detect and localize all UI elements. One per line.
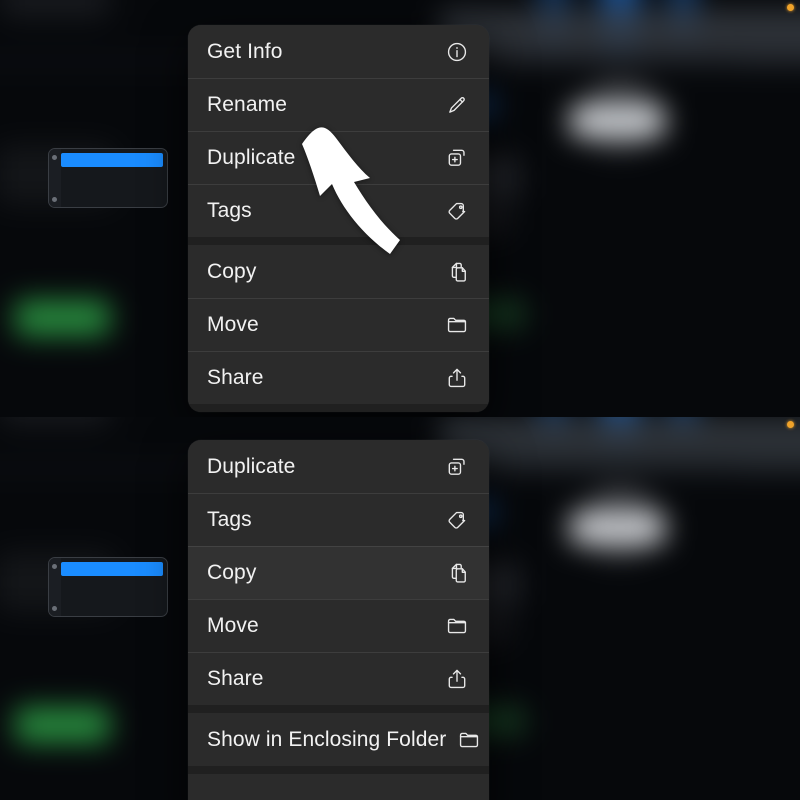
menu-item-label: Show in Enclosing Folder (207, 727, 447, 751)
bg-green-chip (15, 707, 110, 743)
menu-item-copy[interactable]: Copy (188, 245, 489, 298)
screenshot-canvas: Get Info Rename Duplicate Tags Copy Move… (0, 0, 800, 800)
file-context-menu-scrolled[interactable]: Duplicate Tags Copy Move Share Show in E… (188, 440, 489, 800)
menu-item-label: Rename (207, 92, 287, 116)
bg-green-chip (15, 300, 110, 336)
duplicate-icon (445, 455, 469, 479)
menu-item-label: Share (207, 365, 264, 389)
bg-white-label (570, 512, 665, 544)
menu-item-rename[interactable]: Rename (188, 78, 489, 131)
duplicate-icon (445, 146, 469, 170)
menu-item-move[interactable]: Move (188, 599, 489, 652)
menu-item-duplicate[interactable]: Duplicate (188, 440, 489, 493)
menu-item-label: Tags (207, 507, 252, 531)
bg-grey-block (0, 417, 110, 425)
unsaved-indicator-dot (787, 421, 794, 428)
folder-icon (445, 313, 469, 337)
bg-white-label (570, 105, 665, 137)
tag-icon (445, 199, 469, 223)
menu-group-separator (188, 766, 489, 774)
menu-item-move[interactable]: Move (188, 298, 489, 351)
bg-grey-block (0, 0, 110, 18)
menu-item-tags[interactable]: Tags (188, 493, 489, 546)
thumbnail-highlight-bar (61, 562, 163, 576)
menu-item-truncated[interactable] (188, 774, 489, 800)
bg-toolbar-strip (440, 417, 800, 472)
thumbnail-dot-icon (52, 564, 57, 569)
screenshot-pane-bottom: Duplicate Tags Copy Move Share Show in E… (0, 417, 800, 800)
screenshot-pane-top: Get Info Rename Duplicate Tags Copy Move… (0, 0, 800, 417)
thumbnail-dot-icon (52, 155, 57, 160)
tag-icon (445, 508, 469, 532)
menu-item-label: Copy (207, 560, 257, 584)
menu-item-label: Move (207, 312, 259, 336)
menu-item-share[interactable]: Share (188, 351, 489, 404)
copy-pages-icon (445, 561, 469, 585)
menu-item-duplicate[interactable]: Duplicate (188, 131, 489, 184)
folder-icon (457, 728, 481, 752)
menu-item-label: Get Info (207, 39, 283, 63)
menu-item-label: Share (207, 666, 264, 690)
menu-item-copy[interactable]: Copy (188, 546, 489, 599)
share-arrow-icon (445, 366, 469, 390)
share-arrow-icon (445, 667, 469, 691)
info-circle-icon (445, 40, 469, 64)
menu-group-separator (188, 705, 489, 713)
copy-pages-icon (445, 260, 469, 284)
file-context-menu[interactable]: Get Info Rename Duplicate Tags Copy Move… (188, 25, 489, 412)
menu-item-show-in-enclosing-folder[interactable]: Show in Enclosing Folder (188, 713, 489, 766)
unsaved-indicator-dot (787, 4, 794, 11)
menu-item-get-info[interactable]: Get Info (188, 25, 489, 78)
code-editor-thumbnail (48, 148, 168, 208)
thumbnail-dot-icon (52, 606, 57, 611)
menu-item-label: Tags (207, 198, 252, 222)
menu-group-separator (188, 404, 489, 412)
menu-item-label: Copy (207, 259, 257, 283)
folder-icon (445, 614, 469, 638)
pencil-icon (445, 93, 469, 117)
menu-group-separator (188, 237, 489, 245)
code-editor-thumbnail (48, 557, 168, 617)
thumbnail-highlight-bar (61, 153, 163, 167)
menu-item-label: Duplicate (207, 454, 296, 478)
menu-item-label: Move (207, 613, 259, 637)
menu-item-label: Duplicate (207, 145, 296, 169)
bg-toolbar-strip (440, 10, 800, 65)
thumbnail-dot-icon (52, 197, 57, 202)
menu-item-share[interactable]: Share (188, 652, 489, 705)
menu-item-tags[interactable]: Tags (188, 184, 489, 237)
